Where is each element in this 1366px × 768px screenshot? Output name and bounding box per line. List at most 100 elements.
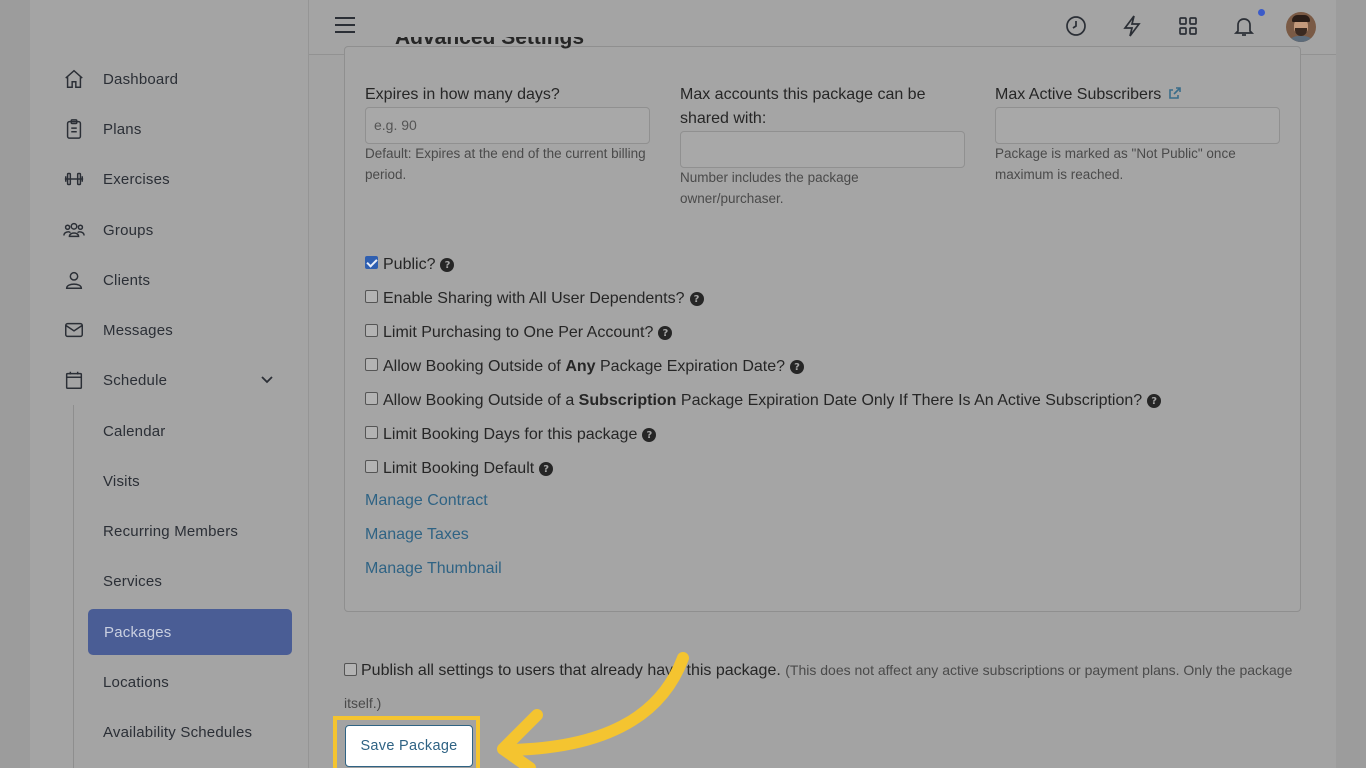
manage-thumbnail-link[interactable]: Manage Thumbnail bbox=[365, 560, 502, 578]
public-checkbox-row[interactable]: Public? ? bbox=[365, 253, 455, 277]
sidebar-subitem-label: Availability Schedules bbox=[103, 723, 253, 741]
booking-outside-subscription-checkbox[interactable] bbox=[365, 391, 378, 405]
publish-settings-row[interactable]: Publish all settings to users that alrea… bbox=[344, 654, 1304, 720]
sidebar-subitem-visits[interactable]: Visits bbox=[103, 466, 140, 496]
dumbbell-icon bbox=[60, 165, 88, 193]
checkbox-label-post: Package Expiration Date? bbox=[595, 358, 786, 375]
panel-title: Advanced Settings bbox=[395, 37, 584, 59]
menu-icon[interactable] bbox=[335, 17, 355, 37]
sidebar-item-clients[interactable]: Clients bbox=[60, 260, 150, 300]
expires-days-help: Default: Expires at the end of the curre… bbox=[365, 146, 646, 182]
checkbox-label: Limit Booking Default bbox=[383, 460, 535, 477]
checkbox-label: Allow Booking Outside of Any Package Exp… bbox=[383, 358, 785, 376]
public-checkbox[interactable] bbox=[365, 255, 378, 269]
checkbox-label-post: Package Expiration Date Only If There Is… bbox=[676, 392, 1143, 409]
checkbox-label-pre: Allow Booking Outside of bbox=[383, 358, 566, 375]
submenu-line bbox=[73, 405, 74, 768]
main-content: Advanced Settings Expires in how many da… bbox=[310, 37, 1336, 768]
sidebar-item-plans[interactable]: Plans bbox=[60, 109, 142, 149]
checkbox-label: Limit Purchasing to One Per Account? bbox=[383, 324, 654, 341]
sidebar-item-messages[interactable]: Messages bbox=[60, 310, 173, 350]
checkbox-label: Public? bbox=[383, 256, 436, 273]
sidebar-item-label: Exercises bbox=[103, 170, 170, 188]
sidebar-subitem-recurring-members[interactable]: Recurring Members bbox=[103, 516, 238, 546]
sharing-dependents-checkbox[interactable] bbox=[365, 289, 378, 303]
checkbox-label: Enable Sharing with All User Dependents? bbox=[383, 290, 685, 307]
sidebar-subitem-availability-schedules[interactable]: Availability Schedules bbox=[103, 717, 252, 747]
limit-booking-default-checkbox-row[interactable]: Limit Booking Default ? bbox=[365, 457, 554, 481]
home-icon bbox=[60, 65, 88, 93]
sidebar-item-label: Groups bbox=[103, 221, 154, 239]
help-icon[interactable]: ? bbox=[1147, 394, 1162, 408]
sidebar-item-label: Dashboard bbox=[103, 70, 179, 88]
sidebar-subitem-label: Services bbox=[103, 572, 163, 590]
publish-settings-checkbox[interactable] bbox=[344, 663, 357, 676]
sidebar-item-label: Plans bbox=[103, 120, 142, 138]
sidebar-item-label: Clients bbox=[103, 271, 151, 289]
sidebar-subitem-label: Calendar bbox=[103, 422, 166, 440]
booking-outside-any-checkbox-row[interactable]: Allow Booking Outside of Any Package Exp… bbox=[365, 355, 805, 379]
user-icon bbox=[60, 266, 88, 294]
help-icon[interactable]: ? bbox=[790, 360, 805, 374]
sidebar-item-label: Schedule bbox=[103, 371, 168, 389]
help-icon[interactable]: ? bbox=[440, 258, 455, 272]
max-subscribers-label-text: Max Active Subscribers bbox=[995, 86, 1162, 103]
sidebar-item-dashboard[interactable]: Dashboard bbox=[60, 59, 178, 99]
external-link-icon[interactable] bbox=[1168, 84, 1182, 99]
booking-outside-subscription-checkbox-row[interactable]: Allow Booking Outside of a Subscription … bbox=[365, 389, 1162, 413]
expires-days-label: Expires in how many days? bbox=[365, 86, 560, 103]
limit-purchasing-checkbox-row[interactable]: Limit Purchasing to One Per Account? ? bbox=[365, 321, 673, 345]
max-accounts-help: Number includes the package owner/purcha… bbox=[680, 170, 859, 206]
max-subscribers-help: Package is marked as "Not Public" once m… bbox=[995, 146, 1236, 182]
checkbox-label-bold: Subscription bbox=[578, 392, 677, 409]
lightning-icon[interactable] bbox=[1120, 14, 1146, 40]
clock-icon[interactable] bbox=[1064, 14, 1090, 40]
notification-badge bbox=[1258, 9, 1265, 16]
envelope-icon bbox=[60, 316, 88, 344]
checkbox-label-bold: Any bbox=[565, 358, 596, 375]
right-frame bbox=[1336, 0, 1366, 768]
max-accounts-input[interactable] bbox=[680, 131, 965, 168]
checkbox-label-pre: Allow Booking Outside of a bbox=[383, 392, 579, 409]
checkbox-label: Limit Booking Days for this package bbox=[383, 426, 638, 443]
sidebar-subitem-label: Visits bbox=[103, 472, 140, 490]
manage-contract-link[interactable]: Manage Contract bbox=[365, 492, 488, 510]
limit-purchasing-checkbox[interactable] bbox=[365, 323, 378, 337]
apps-grid-icon[interactable] bbox=[1176, 14, 1202, 40]
sidebar-subitem-services[interactable]: Services bbox=[103, 566, 162, 596]
users-icon bbox=[60, 216, 88, 244]
publish-settings-label: Publish all settings to users that alrea… bbox=[361, 662, 781, 679]
sharing-dependents-checkbox-row[interactable]: Enable Sharing with All User Dependents?… bbox=[365, 287, 704, 311]
max-subscribers-input[interactable] bbox=[995, 107, 1280, 144]
save-package-button[interactable]: Save Package bbox=[345, 725, 473, 767]
sidebar-subitem-calendar[interactable]: Calendar bbox=[103, 416, 165, 446]
sidebar-subitem-locations[interactable]: Locations bbox=[103, 667, 169, 697]
app-window: Dashboard Plans Exercises Groups Clients bbox=[30, 0, 1336, 768]
sidebar-subitem-label: Locations bbox=[103, 673, 170, 691]
limit-booking-days-checkbox-row[interactable]: Limit Booking Days for this package ? bbox=[365, 423, 657, 447]
sidebar-subitem-label: Recurring Members bbox=[103, 522, 239, 540]
sidebar-subitem-packages[interactable]: Packages bbox=[88, 609, 292, 655]
help-icon[interactable]: ? bbox=[689, 292, 704, 306]
calendar-icon bbox=[60, 366, 88, 394]
booking-outside-any-checkbox[interactable] bbox=[365, 357, 378, 371]
panel-title-text: Advanced Settings bbox=[395, 37, 585, 49]
avatar[interactable] bbox=[1286, 12, 1316, 42]
limit-booking-days-checkbox[interactable] bbox=[365, 425, 378, 439]
help-icon[interactable]: ? bbox=[642, 428, 657, 442]
sidebar-item-schedule[interactable]: Schedule bbox=[60, 360, 167, 400]
limit-booking-default-checkbox[interactable] bbox=[365, 459, 378, 473]
bell-icon[interactable] bbox=[1232, 14, 1258, 40]
help-icon[interactable]: ? bbox=[658, 326, 673, 340]
sidebar: Dashboard Plans Exercises Groups Clients bbox=[30, 0, 309, 768]
max-subscribers-label: Max Active Subscribers bbox=[995, 83, 1285, 107]
sidebar-item-groups[interactable]: Groups bbox=[60, 210, 153, 250]
max-accounts-label: Max accounts this package can be shared … bbox=[680, 86, 926, 127]
manage-taxes-link[interactable]: Manage Taxes bbox=[365, 526, 469, 544]
expires-days-input[interactable]: e.g. 90 bbox=[365, 107, 650, 144]
chevron-down-icon[interactable] bbox=[260, 372, 274, 386]
help-icon[interactable]: ? bbox=[539, 462, 554, 476]
sidebar-item-label: Messages bbox=[103, 321, 173, 339]
sidebar-item-exercises[interactable]: Exercises bbox=[60, 159, 170, 199]
advanced-settings-panel: Advanced Settings Expires in how many da… bbox=[344, 37, 1301, 612]
